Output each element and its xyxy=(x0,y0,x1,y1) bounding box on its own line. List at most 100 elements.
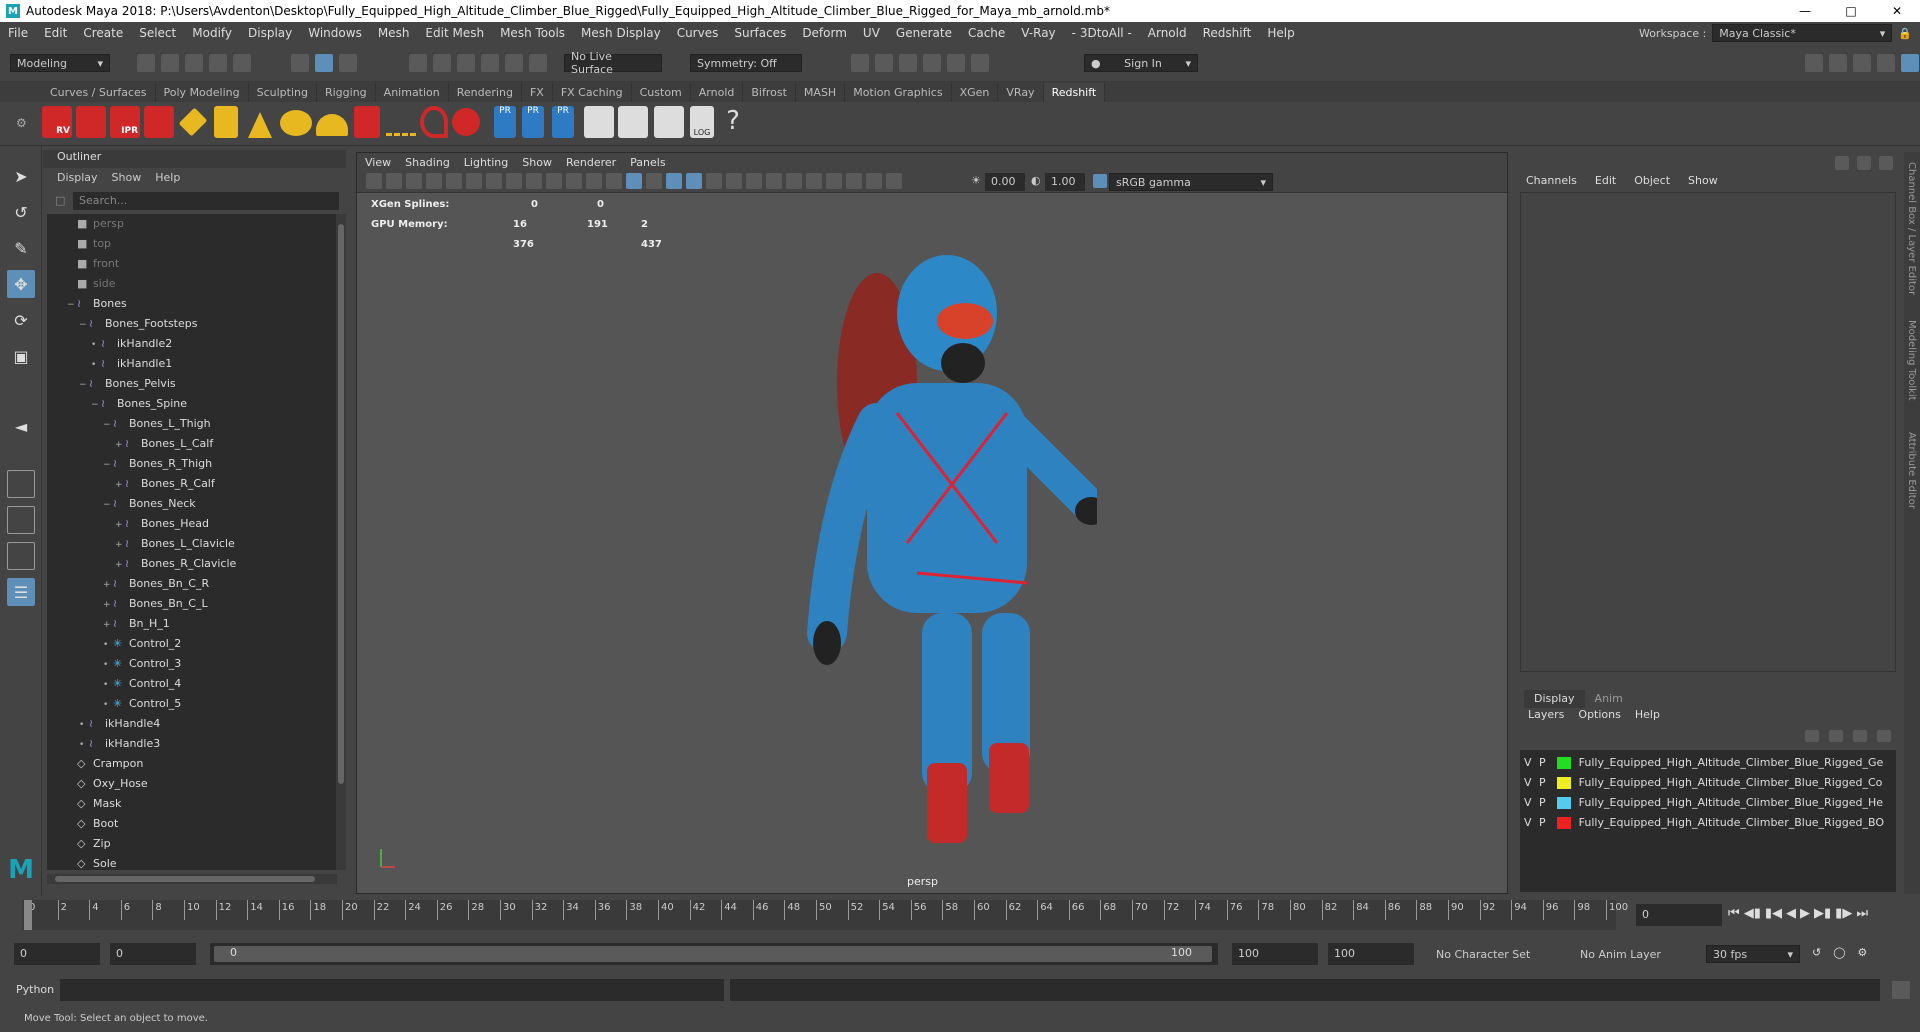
layer-color-swatch[interactable] xyxy=(1557,757,1572,769)
anti-aliasing-icon[interactable] xyxy=(786,173,802,189)
color-management-icon[interactable] xyxy=(1093,174,1107,188)
channel-box-area[interactable] xyxy=(1520,192,1896,672)
playback-end-field[interactable]: 100 xyxy=(1232,943,1318,965)
workspace-dropdown[interactable]: Maya Classic* ▾ xyxy=(1712,24,1893,42)
viewport-menu-shading[interactable]: Shading xyxy=(405,156,450,169)
rotate-tool-icon[interactable]: ⟳ xyxy=(7,306,35,334)
expand-toggle-icon[interactable]: • xyxy=(79,715,89,735)
2d-pan-zoom-icon[interactable] xyxy=(446,173,462,189)
film-gate-icon[interactable] xyxy=(506,173,522,189)
playback-start-field[interactable]: 0 xyxy=(110,943,196,965)
attribute-editor-icon[interactable] xyxy=(1829,54,1847,72)
use-all-lights-icon[interactable] xyxy=(706,173,722,189)
motion-blur-icon[interactable] xyxy=(766,173,782,189)
attribute-editor-toggle-icon[interactable] xyxy=(1857,156,1871,170)
play-backward-icon[interactable]: ◀ xyxy=(1786,906,1796,921)
four-view-icon[interactable] xyxy=(7,506,35,534)
camera-attributes-icon[interactable] xyxy=(386,173,402,189)
auto-key-icon[interactable]: ◯ xyxy=(1833,946,1845,959)
outliner-item[interactable]: − ≀ Bones_L_Thigh xyxy=(103,414,211,434)
outliner-item[interactable]: − ≀ Bones_Neck xyxy=(103,494,196,514)
step-forward-key-icon[interactable]: ▶▮ xyxy=(1814,906,1831,921)
new-layer-selected-icon[interactable] xyxy=(1877,730,1891,742)
range-slider-bar[interactable] xyxy=(214,946,1212,962)
outliner-item[interactable]: + ≀ Bones_L_Calf xyxy=(115,434,213,454)
outliner-item[interactable]: ■ top xyxy=(67,234,111,254)
layer-visibility[interactable]: V xyxy=(1524,756,1532,769)
layer-visibility[interactable]: V xyxy=(1524,776,1532,789)
command-language[interactable]: Python xyxy=(16,983,54,996)
layer-color-swatch[interactable] xyxy=(1557,797,1572,809)
filter-icon[interactable]: □ xyxy=(55,194,65,207)
isolate-select-icon[interactable] xyxy=(826,173,842,189)
outliner-item[interactable]: ■ persp xyxy=(67,214,124,234)
channel-menu-show[interactable]: Show xyxy=(1688,174,1718,187)
side-tab-channel-box[interactable]: Channel Box / Layer Editor xyxy=(1906,162,1917,295)
redshift-sphere-icon[interactable] xyxy=(452,108,480,136)
channel-menu-channels[interactable]: Channels xyxy=(1526,174,1577,187)
hypershade-icon[interactable] xyxy=(923,54,941,72)
select-object-icon[interactable] xyxy=(315,54,333,72)
layer-playback[interactable]: P xyxy=(1539,816,1546,829)
exposure-field[interactable]: 0.00 xyxy=(985,173,1025,191)
climber-model[interactable] xyxy=(757,243,1097,853)
shelf-tab-custom[interactable]: Custom xyxy=(632,83,691,102)
layer-playback[interactable]: P xyxy=(1539,776,1546,789)
image-plane-icon[interactable] xyxy=(426,173,442,189)
menu-windows[interactable]: Windows xyxy=(300,26,370,40)
outliner-item[interactable]: ■ front xyxy=(67,254,119,274)
redshift-light-grid-icon[interactable] xyxy=(214,106,238,138)
redshift-log-icon[interactable]: LOG xyxy=(690,106,714,138)
shadows-icon[interactable] xyxy=(726,173,742,189)
resolution-gate-icon[interactable] xyxy=(526,173,542,189)
outliner-item[interactable]: ◇ Crampon xyxy=(67,754,143,774)
outliner-item[interactable]: + ≀ Bones_R_Calf xyxy=(115,474,215,494)
menu-vray[interactable]: V-Ray xyxy=(1013,26,1063,40)
fps-dropdown[interactable]: 30 fps ▾ xyxy=(1706,945,1800,963)
outliner-search-input[interactable]: Search... xyxy=(73,192,339,210)
animation-prefs-icon[interactable]: ⚙ xyxy=(1858,946,1868,959)
menu-surfaces[interactable]: Surfaces xyxy=(726,26,794,40)
step-back-key-icon[interactable]: ▮◀ xyxy=(1765,906,1782,921)
outliner-scrollbar-thumb[interactable] xyxy=(338,224,344,784)
layer-move-down-icon[interactable] xyxy=(1829,730,1843,742)
menu-generate[interactable]: Generate xyxy=(888,26,960,40)
menu-modify[interactable]: Modify xyxy=(184,26,240,40)
snap-grid-icon[interactable] xyxy=(409,54,427,72)
snap-surface-icon[interactable] xyxy=(505,54,523,72)
expand-toggle-icon[interactable]: − xyxy=(79,315,89,335)
shelf-tab-arnold[interactable]: Arnold xyxy=(691,83,744,102)
channel-box-toggle-icon[interactable] xyxy=(1835,156,1849,170)
undo-icon[interactable] xyxy=(209,54,227,72)
layer-menu-layers[interactable]: Layers xyxy=(1528,708,1564,721)
redshift-ipr-icon[interactable]: IPR xyxy=(110,106,140,138)
current-time-indicator[interactable] xyxy=(24,900,32,930)
go-to-start-icon[interactable]: ⏮ xyxy=(1728,906,1740,921)
outliner-item[interactable]: • ✳ Control_5 xyxy=(103,694,181,714)
shelf-tab-vray[interactable]: VRay xyxy=(998,83,1044,102)
viewport-menu-view[interactable]: View xyxy=(365,156,391,169)
channel-box-toggle-icon[interactable] xyxy=(1901,54,1919,72)
start-time-field[interactable]: 0 xyxy=(14,943,100,965)
expand-toggle-icon[interactable]: + xyxy=(103,575,113,595)
outliner-item[interactable]: + ≀ Bn_H_1 xyxy=(103,614,170,634)
anim-layer-dropdown[interactable]: No Anim Layer xyxy=(1574,945,1682,963)
outliner-item[interactable]: • ≀ ikHandle2 xyxy=(91,334,172,354)
outliner-item[interactable]: ◇ Zip xyxy=(67,834,111,854)
color-space-dropdown[interactable]: sRGB gamma ▾ xyxy=(1109,173,1273,191)
menu-help[interactable]: Help xyxy=(1259,26,1302,40)
last-tool-icon[interactable]: ◄ xyxy=(7,412,35,440)
redshift-area-light-icon[interactable] xyxy=(178,107,208,137)
outliner-scrollbar[interactable] xyxy=(336,214,346,870)
expand-toggle-icon[interactable]: + xyxy=(115,475,125,495)
viewport-menu-renderer[interactable]: Renderer xyxy=(566,156,616,169)
shelf-tab-fx-caching[interactable]: FX Caching xyxy=(553,83,632,102)
channel-menu-object[interactable]: Object xyxy=(1634,174,1670,187)
shelf-tab-bifrost[interactable]: Bifrost xyxy=(743,83,796,102)
viewport-menu-lighting[interactable]: Lighting xyxy=(464,156,508,169)
layer-row[interactable]: V P Fully_Equipped_High_Altitude_Climber… xyxy=(1524,774,1882,792)
save-scene-icon[interactable] xyxy=(185,54,203,72)
redshift-proxy-swap-icon[interactable]: PR xyxy=(552,106,574,138)
outliner-item[interactable]: + ≀ Bones_Bn_C_R xyxy=(103,574,209,594)
layer-playback[interactable]: P xyxy=(1539,756,1546,769)
